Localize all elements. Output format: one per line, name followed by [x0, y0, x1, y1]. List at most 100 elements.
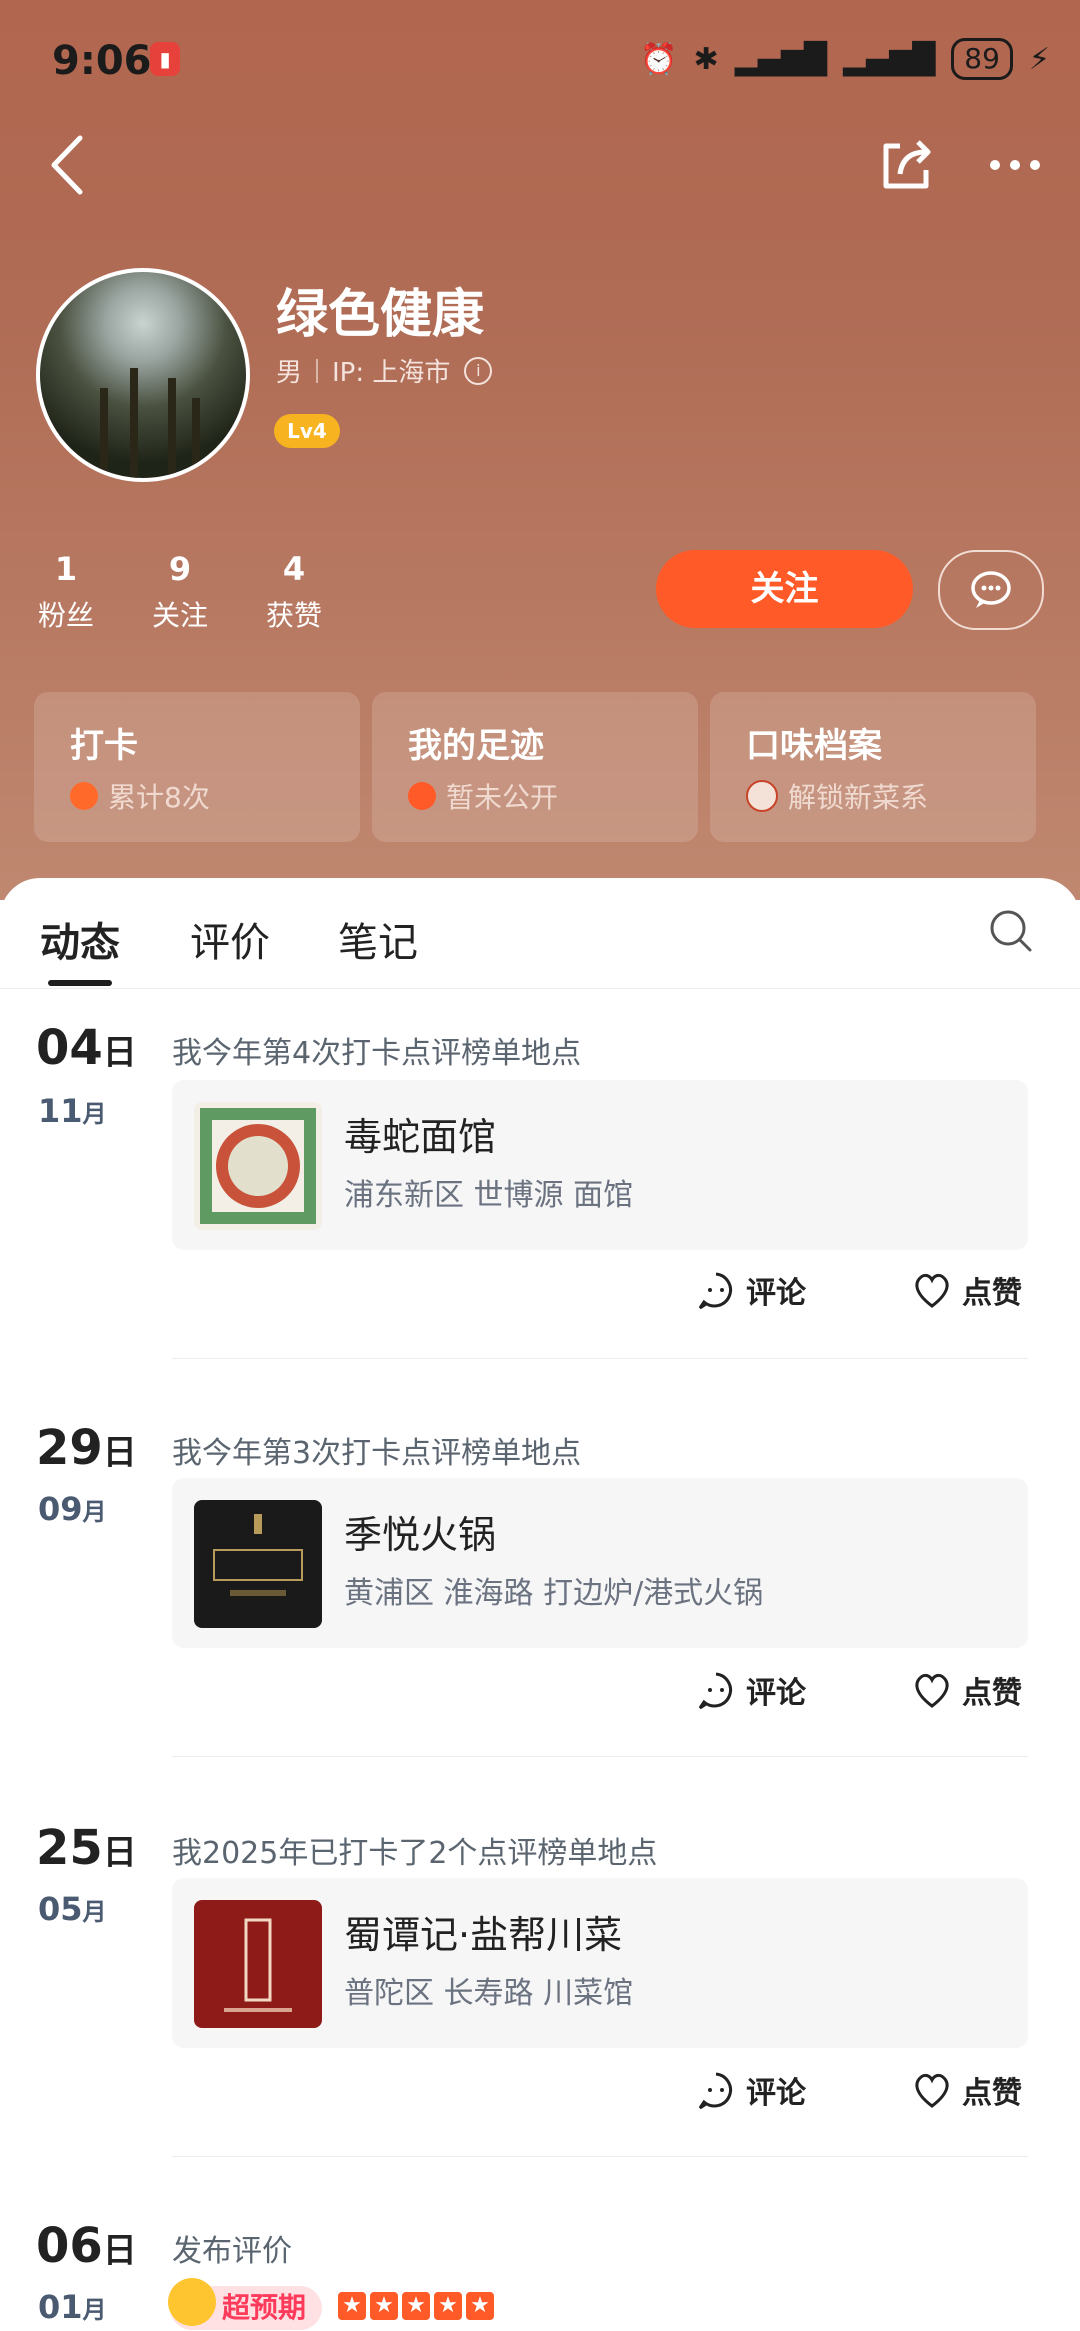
card-footprint[interactable]: 我的足迹 暂未公开: [372, 692, 698, 842]
avatar-tree-trunk: [192, 398, 200, 478]
ip-location: IP: 上海市: [332, 358, 451, 388]
shop-card[interactable]: 蜀谭记·盐帮川菜 普陀区 长寿路 川菜馆: [172, 1878, 1028, 2048]
entry-text: 我今年第3次打卡点评榜单地点: [172, 1436, 582, 1471]
search-icon[interactable]: [988, 908, 1032, 952]
stat-label: 关注: [151, 599, 208, 632]
card-subtitle-row: 暂未公开: [408, 776, 558, 816]
entry-text: 我今年第4次打卡点评榜单地点: [172, 1036, 582, 1071]
share-icon[interactable]: [876, 134, 936, 194]
card-taste[interactable]: 口味档案 解锁新菜系: [710, 692, 1036, 842]
stat-value: 4: [282, 550, 306, 588]
month-number: 11: [38, 1092, 83, 1130]
tab-bar: 动态 评价 笔记: [0, 878, 1080, 989]
rating-badge: 超预期: [168, 2278, 323, 2330]
more-icon[interactable]: [985, 140, 1045, 190]
shop-name: 毒蛇面馆: [344, 1115, 497, 1159]
card-subtitle-row: 解锁新菜系: [746, 776, 928, 816]
entry-actions: 评论 点赞: [0, 2068, 1080, 2128]
rating-stars: ★ ★ ★ ★ ★: [338, 2292, 494, 2320]
stat-fans[interactable]: 1 粉丝: [16, 550, 116, 634]
comment-label: 评论: [746, 1676, 806, 1711]
status-bar: 9:06 ▮ ⏰ ✱ ▂▄▆█ ▂▄▆█ 89 ⚡: [0, 30, 1080, 94]
stat-label: 粉丝: [37, 599, 94, 632]
comment-icon: [698, 2072, 732, 2110]
tab-reviews[interactable]: 评价: [190, 910, 270, 968]
stat-likes[interactable]: 4 获赞: [244, 550, 344, 634]
entry-text: 发布评价: [172, 2234, 292, 2269]
tab-activity[interactable]: 动态: [40, 910, 120, 968]
shop-card[interactable]: 季悦火锅 黄浦区 淮海路 打边炉/港式火锅: [172, 1478, 1028, 1648]
shop-address: 普陀区 长寿路 川菜馆: [344, 1976, 634, 2011]
month-unit: 月: [82, 1100, 107, 1128]
day-unit: 日: [102, 1033, 137, 1073]
heart-icon: [915, 2073, 949, 2108]
month-number: 05: [38, 1890, 83, 1928]
avatar-tree-trunk: [100, 388, 108, 478]
entry-day: 04日: [36, 1020, 137, 1076]
avatar[interactable]: [36, 268, 250, 482]
shop-card[interactable]: 毒蛇面馆 浦东新区 世博源 面馆: [172, 1080, 1028, 1250]
avatar-tree-trunk: [168, 378, 176, 478]
month-number: 09: [38, 1490, 83, 1528]
gender-label: 男: [276, 358, 303, 388]
entry-text: 我2025年已打卡了2个点评榜单地点: [172, 1836, 658, 1871]
back-icon[interactable]: [40, 130, 100, 200]
level-badge: Lv4: [274, 414, 340, 448]
card-title: 我的足迹: [408, 726, 544, 766]
profile-meta: 男 IP: 上海市 i: [276, 352, 493, 389]
tab-notes[interactable]: 笔记: [338, 910, 418, 968]
card-subtitle: 暂未公开: [446, 781, 559, 814]
info-icon[interactable]: i: [464, 356, 493, 385]
star-icon: ★: [370, 2292, 398, 2320]
entry-day: 06日: [36, 2218, 137, 2274]
like-button[interactable]: 点赞: [912, 2068, 1022, 2112]
day-number: 29: [36, 1420, 103, 1476]
shop-name: 季悦火锅: [344, 1513, 497, 1557]
comment-button[interactable]: 评论: [696, 2068, 806, 2112]
location-arrow-icon: [408, 782, 436, 810]
day-number: 04: [36, 1020, 103, 1076]
divider: [172, 1756, 1028, 1757]
comment-label: 评论: [746, 1276, 806, 1311]
comment-button[interactable]: 评论: [696, 1268, 806, 1312]
day-unit: 日: [102, 1833, 137, 1873]
signal-icon: ▂▄▆█: [734, 41, 827, 77]
comment-icon: [698, 1672, 732, 1710]
heart-icon: [915, 1673, 949, 1708]
follow-button[interactable]: 关注: [656, 550, 913, 628]
like-button[interactable]: 点赞: [912, 1668, 1022, 1712]
comment-button[interactable]: 评论: [696, 1668, 806, 1712]
status-time: 9:06: [52, 38, 152, 84]
stat-following[interactable]: 9 关注: [130, 550, 230, 634]
stat-label: 获赞: [265, 599, 322, 632]
card-subtitle-row: 累计8次: [70, 776, 210, 816]
star-icon: ★: [466, 2292, 494, 2320]
entry-day: 29日: [36, 1420, 137, 1476]
entry-month: 05月: [38, 1890, 107, 1928]
bluetooth-icon: ✱: [693, 41, 719, 77]
charging-icon: ⚡: [1028, 41, 1050, 77]
shop-address: 浦东新区 世博源 面馆: [344, 1178, 634, 1213]
entry-month: 09月: [38, 1490, 107, 1528]
chat-bubble-icon: [971, 571, 1011, 608]
entry-month: 11月: [38, 1092, 107, 1130]
day-unit: 日: [102, 2231, 137, 2271]
stat-value: 9: [168, 550, 192, 588]
entry-month: 01月: [38, 2288, 107, 2326]
star-icon: ★: [434, 2292, 462, 2320]
message-button[interactable]: [938, 550, 1044, 630]
system-icons: ⏰ ✱ ▂▄▆█ ▂▄▆█ 89 ⚡: [640, 38, 1050, 80]
card-title: 口味档案: [746, 726, 882, 766]
profile-page: 9:06 ▮ ⏰ ✱ ▂▄▆█ ▂▄▆█ 89 ⚡ 绿色健康 男 IP: 上海市…: [0, 0, 1080, 2331]
meta-separator: [316, 358, 319, 383]
like-button[interactable]: 点赞: [912, 1268, 1022, 1312]
card-title: 打卡: [70, 726, 138, 766]
comment-label: 评论: [746, 2076, 806, 2111]
card-checkin[interactable]: 打卡 累计8次: [34, 692, 360, 842]
food-icon: [746, 780, 778, 812]
day-number: 06: [36, 2218, 103, 2274]
profile-name: 绿色健康: [276, 285, 485, 345]
like-label: 点赞: [962, 1276, 1022, 1311]
content-sheet: 动态 评价 笔记 04日 11月 我今年第4次打卡点评榜单地点 毒蛇面馆 浦东新…: [0, 878, 1080, 2331]
battery-indicator: 89: [951, 38, 1013, 80]
